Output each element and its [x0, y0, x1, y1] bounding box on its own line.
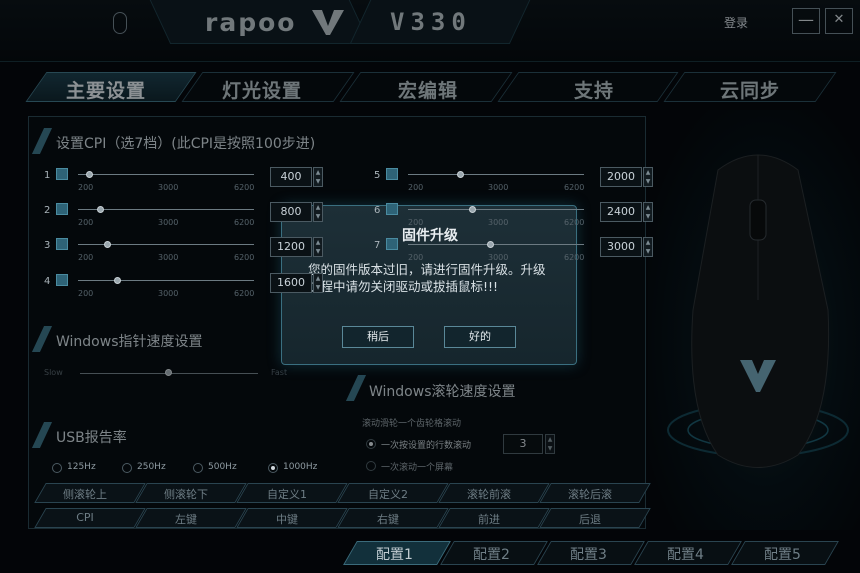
- cpi-slider-track: [78, 209, 254, 210]
- cpi-row-checkbox[interactable]: [386, 168, 398, 180]
- cpi-value-input[interactable]: 1600: [270, 273, 312, 293]
- cpi-row-number: 5: [374, 170, 381, 181]
- cpi-slider-knob[interactable]: [456, 171, 464, 178]
- cpi-value-input[interactable]: 3000: [600, 237, 642, 257]
- cpi-scale-label: 6200: [234, 289, 255, 298]
- config-tab-label: 配置3: [570, 547, 607, 563]
- cpi-value-stepper[interactable]: ▲ ▼: [313, 202, 323, 222]
- cpi-scale-label: 3000: [488, 183, 509, 192]
- button-mapping-label: 左键: [175, 513, 197, 526]
- dialog-title: 固件升级: [402, 228, 458, 244]
- cpi-scale-label: 6200: [564, 253, 585, 262]
- cpi-scale-label: 3000: [488, 253, 509, 262]
- config-tab-label: 配置1: [376, 547, 413, 563]
- usb-rate-radio[interactable]: [193, 463, 203, 473]
- cpi-value-stepper[interactable]: ▲ ▼: [313, 167, 323, 187]
- button-mapping-label: CPI: [76, 511, 94, 524]
- button-mapping-label: 自定义1: [267, 488, 307, 501]
- cpi-slider-knob[interactable]: [103, 241, 111, 248]
- button-mapping-label: 后退: [579, 513, 601, 526]
- cpi-row-number: 3: [44, 240, 51, 251]
- cpi-slider-track: [408, 209, 584, 210]
- cpi-scale-label: 6200: [234, 253, 255, 262]
- cpi-scale-label: 200: [408, 218, 424, 227]
- cpi-scale-label: 200: [408, 183, 424, 192]
- cpi-scale-label: 3000: [488, 218, 509, 227]
- button-mapping-label: 自定义2: [368, 488, 408, 501]
- cpi-scale-label: 6200: [564, 183, 585, 192]
- cpi-scale-label: 3000: [158, 218, 179, 227]
- button-mapping-label: 中键: [276, 513, 298, 526]
- usb-rate-label: 500Hz: [208, 462, 237, 472]
- button-mapping-label: 侧滚轮上: [63, 488, 107, 501]
- cpi-row-checkbox[interactable]: [386, 203, 398, 215]
- cpi-row-number: 1: [44, 170, 51, 181]
- cpi-scale-label: 6200: [234, 218, 255, 227]
- config-tab-label: 配置4: [667, 547, 704, 563]
- cpi-value-stepper[interactable]: ▲ ▼: [643, 237, 653, 257]
- config-tab-label: 配置2: [473, 547, 510, 563]
- cpi-scale-label: 200: [78, 289, 94, 298]
- cpi-value-stepper[interactable]: ▲ ▼: [313, 273, 323, 293]
- cpi-slider-track: [78, 174, 254, 175]
- usb-rate-radio[interactable]: [122, 463, 132, 473]
- cpi-scale-label: 3000: [158, 289, 179, 298]
- usb-rate-label: 1000Hz: [283, 462, 318, 472]
- cpi-value-input[interactable]: 400: [270, 167, 312, 187]
- cpi-value-stepper[interactable]: ▲ ▼: [643, 167, 653, 187]
- cpi-slider-knob[interactable]: [486, 241, 494, 248]
- button-mapping-label: 滚轮前滚: [467, 488, 511, 501]
- cpi-row-checkbox[interactable]: [56, 203, 68, 215]
- firmware-update-dialog: 固件升级 您的固件版本过旧，请进行固件升级。升级过程中请勿关闭驱动或拔插鼠标!!…: [281, 205, 577, 365]
- button-mapping-label: 滚轮后滚: [568, 488, 612, 501]
- cpi-slider-track: [408, 174, 584, 175]
- cpi-value-input[interactable]: 800: [270, 202, 312, 222]
- cpi-scale-label: 6200: [234, 183, 255, 192]
- cpi-row-number: 7: [374, 240, 381, 251]
- cpi-row-number: 4: [44, 276, 51, 287]
- ok-button[interactable]: 好的: [444, 326, 516, 348]
- cpi-value-stepper[interactable]: ▲ ▼: [313, 237, 323, 257]
- button-mapping-label: 前进: [478, 513, 500, 526]
- cpi-value-input[interactable]: 2000: [600, 167, 642, 187]
- cpi-value-input[interactable]: 1200: [270, 237, 312, 257]
- cpi-value-input[interactable]: 2400: [600, 202, 642, 222]
- cpi-scale-label: 200: [408, 253, 424, 262]
- cpi-row-checkbox[interactable]: [56, 274, 68, 286]
- cpi-row-number: 6: [374, 205, 381, 216]
- usb-rate-label: 250Hz: [137, 462, 166, 472]
- cpi-scale-label: 200: [78, 183, 94, 192]
- cpi-scale-label: 200: [78, 253, 94, 262]
- usb-rate-radio[interactable]: [268, 463, 278, 473]
- cpi-row-number: 2: [44, 205, 51, 216]
- cpi-scale-label: 3000: [158, 183, 179, 192]
- config-tab-label: 配置5: [764, 547, 801, 563]
- cpi-scale-label: 200: [78, 218, 94, 227]
- later-button[interactable]: 稍后: [342, 326, 414, 348]
- usb-rate-radio[interactable]: [52, 463, 62, 473]
- cpi-row-checkbox[interactable]: [56, 168, 68, 180]
- cpi-slider-knob[interactable]: [96, 206, 104, 213]
- cpi-scale-label: 6200: [564, 218, 585, 227]
- usb-rate-label: 125Hz: [67, 462, 96, 472]
- cpi-row-checkbox[interactable]: [386, 238, 398, 250]
- button-mapping-label: 右键: [377, 513, 399, 526]
- cpi-slider-track: [78, 280, 254, 281]
- cpi-scale-label: 3000: [158, 253, 179, 262]
- button-mapping-label: 侧滚轮下: [164, 488, 208, 501]
- cpi-slider-track: [408, 244, 584, 245]
- dialog-message: 您的固件版本过旧，请进行固件升级。升级过程中请勿关闭驱动或拔插鼠标!!!: [308, 262, 546, 294]
- cpi-value-stepper[interactable]: ▲ ▼: [643, 202, 653, 222]
- cpi-row-checkbox[interactable]: [56, 238, 68, 250]
